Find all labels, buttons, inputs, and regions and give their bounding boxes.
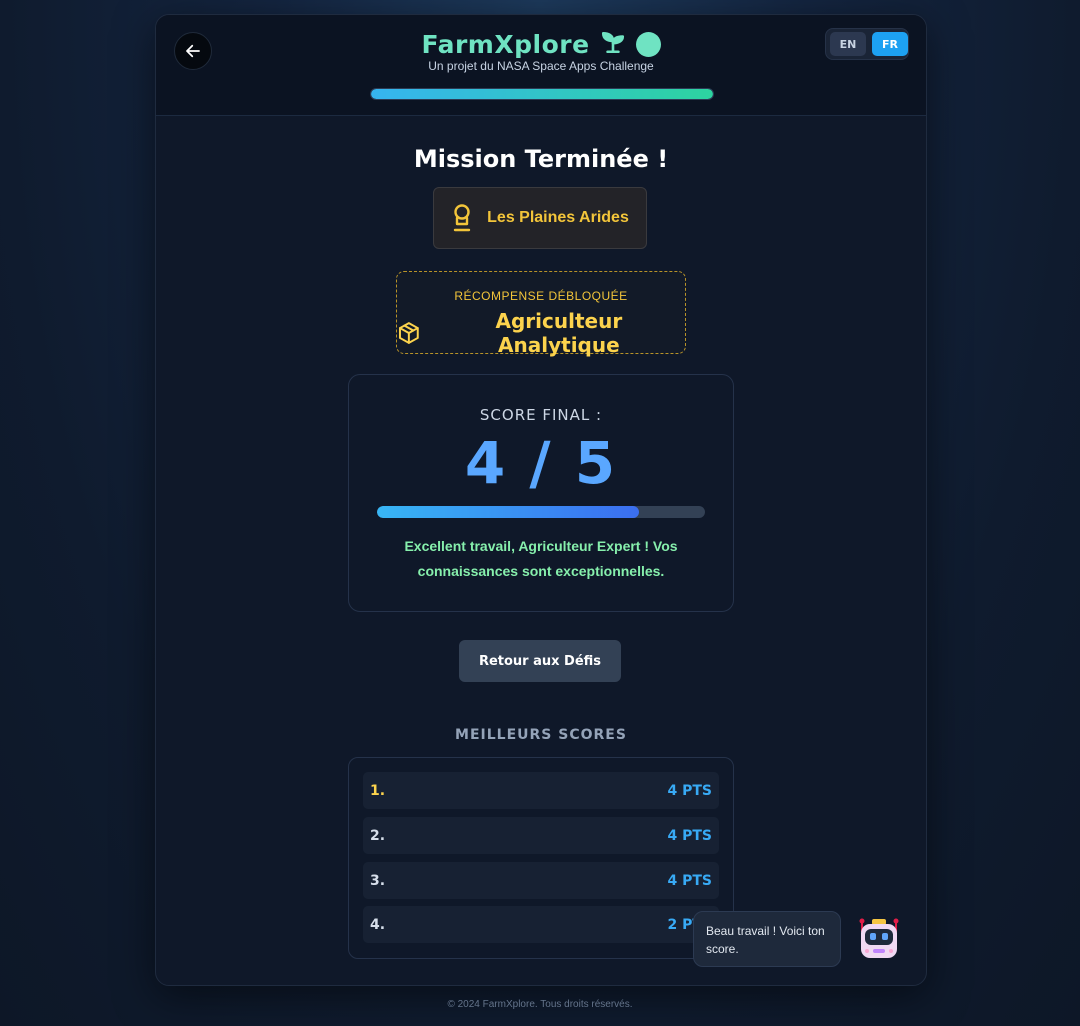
assistant-chat-bubble: Beau travail ! Voici ton score. [693, 911, 841, 967]
score-row: 2. 4 PTS [363, 817, 719, 854]
score-progress-bar [377, 506, 705, 518]
score-rank: 4. [370, 916, 386, 933]
lang-fr-button[interactable]: FR [872, 32, 908, 56]
best-scores-title: MEILLEURS SCORES [455, 727, 627, 743]
reward-caption: RÉCOMPENSE DÉBLOQUÉE [454, 289, 628, 303]
score-card: SCORE FINAL : 4 / 5 Excellent travail, A… [348, 374, 734, 612]
reward-box: RÉCOMPENSE DÉBLOQUÉE Agriculteur Analyti… [396, 271, 686, 357]
footer-copyright: © 2024 FarmXplore. Tous droits réservés. [447, 999, 633, 1010]
score-points: 4 PTS [667, 827, 712, 844]
brand: FarmXplore Un projet du NASA Space Apps … [156, 29, 926, 73]
location-badge: Les Plaines Arides [433, 187, 647, 249]
medal-icon [453, 204, 471, 232]
lang-en-button[interactable]: EN [830, 32, 866, 56]
score-row: 4. 2 PTS [363, 906, 719, 943]
sprout-icon [600, 29, 626, 59]
score-rank: 1. [370, 782, 386, 799]
score-rank: 2. [370, 827, 386, 844]
score-points: 4 PTS [667, 782, 712, 799]
box-icon [398, 322, 419, 344]
mission-progress-fill [371, 89, 713, 99]
score-row: 1. 4 PTS [363, 772, 719, 809]
score-row: 3. 4 PTS [363, 862, 719, 899]
mission-title: Mission Terminée ! [413, 145, 669, 173]
return-to-challenges-button[interactable]: Retour aux Défis [459, 640, 621, 682]
circle-icon [635, 31, 661, 57]
score-rank: 3. [370, 872, 386, 889]
robot-icon[interactable] [855, 916, 903, 962]
score-value: 4 / 5 [464, 429, 618, 497]
score-points: 4 PTS [667, 872, 712, 889]
score-label: SCORE FINAL : [479, 406, 603, 424]
app-header: FarmXplore Un projet du NASA Space Apps … [156, 15, 926, 116]
main-card: FarmXplore Un projet du NASA Space Apps … [155, 14, 927, 986]
best-scores-list: 1. 4 PTS 2. 4 PTS 3. 4 PTS 4. 2 PTS [348, 757, 734, 959]
reward-name: Agriculteur Analytique [495, 309, 623, 357]
mission-progress-bar [370, 88, 714, 100]
score-message: Excellent travail, Agriculteur Expert ! … [404, 538, 678, 579]
score-progress-fill [377, 506, 640, 518]
location-label: Les Plaines Arides [487, 209, 629, 226]
app-subtitle: Un projet du NASA Space Apps Challenge [428, 59, 654, 73]
language-switch: EN FR [825, 28, 909, 60]
app-title: FarmXplore [421, 29, 590, 59]
